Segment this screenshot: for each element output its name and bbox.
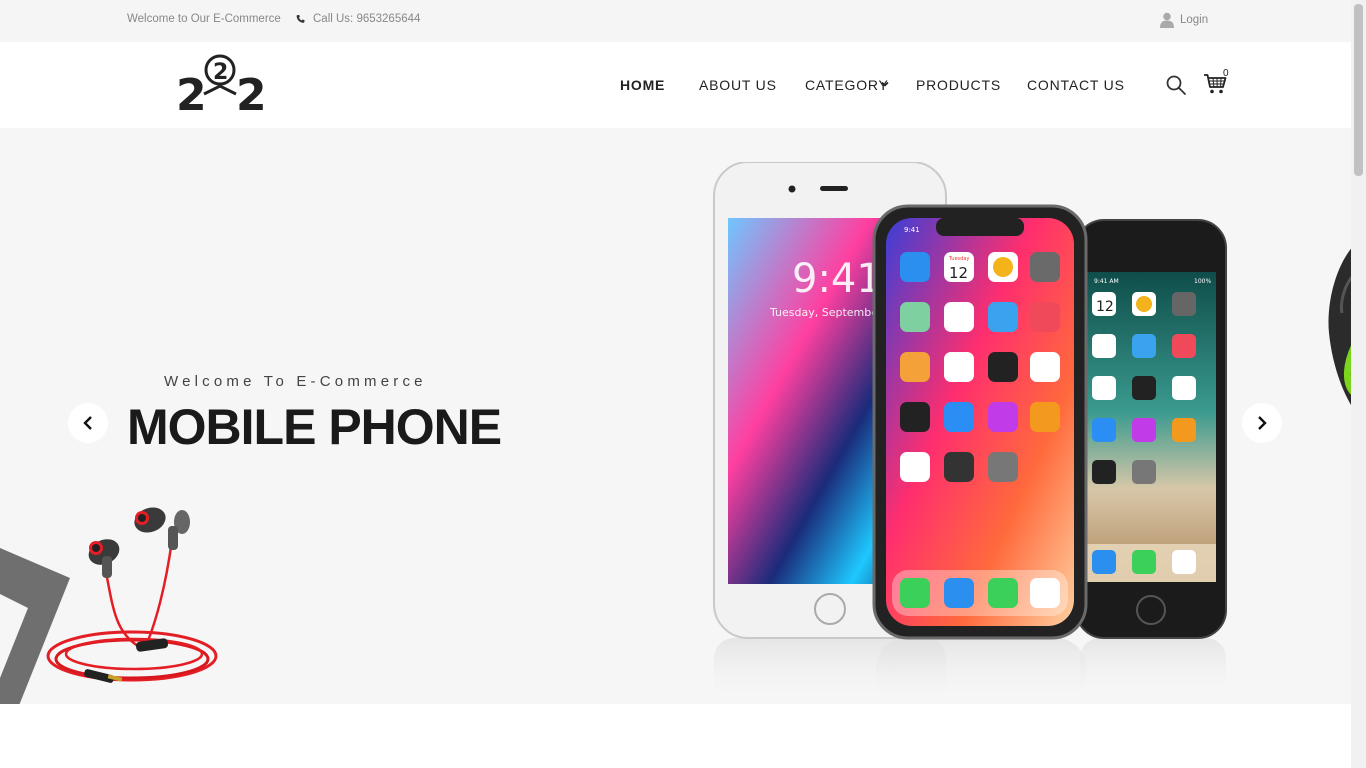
login-link[interactable]: Login bbox=[1160, 12, 1208, 28]
nav-category[interactable]: CATEGORY bbox=[805, 77, 889, 93]
scrollbar-thumb[interactable] bbox=[1354, 4, 1363, 176]
search-icon[interactable] bbox=[1165, 74, 1187, 96]
nav-about-us[interactable]: ABOUT US bbox=[699, 77, 777, 93]
phone-b-calendar-day: Tuesday bbox=[948, 256, 969, 262]
phone-b-calendar-date: 12 bbox=[949, 264, 968, 282]
login-label[interactable]: Login bbox=[1180, 14, 1208, 26]
phone-a-time: 9:41 bbox=[792, 256, 882, 302]
earphones-image bbox=[46, 507, 218, 683]
call-text: Call Us: 9653265644 bbox=[313, 13, 421, 25]
logo-digit-right: 2 bbox=[236, 70, 266, 114]
page: Welcome to Our E-Commerce Call Us: 96532… bbox=[0, 0, 1366, 768]
welcome-text: Welcome to Our E-Commerce bbox=[127, 13, 281, 25]
cart-count-badge: 0 bbox=[1223, 68, 1229, 79]
phones-image: 9:41 AM 100% 12 9:41 Tuesday, Septembe 9… bbox=[713, 162, 1227, 704]
phone-b-status-time: 9:41 bbox=[904, 226, 920, 234]
slider-prev-button[interactable] bbox=[68, 403, 108, 443]
call-info: Call Us: 9653265644 bbox=[296, 13, 420, 25]
site-header: 2 2 2 HOME ABOUT US CATEGORY PRODUCTS CO… bbox=[0, 42, 1351, 128]
phone-c-battery: 100% bbox=[1194, 278, 1211, 285]
nav-contact-us[interactable]: CONTACT US bbox=[1027, 77, 1125, 93]
page-scrollbar[interactable] bbox=[1351, 0, 1366, 768]
slider-next-button[interactable] bbox=[1242, 403, 1282, 443]
phone-icon bbox=[296, 14, 305, 23]
top-bar: Welcome to Our E-Commerce Call Us: 96532… bbox=[0, 0, 1351, 42]
user-icon bbox=[1160, 12, 1174, 28]
nav-home[interactable]: HOME bbox=[620, 77, 665, 93]
chevron-left-icon bbox=[83, 416, 92, 430]
site-logo[interactable]: 2 2 2 bbox=[174, 52, 266, 114]
phone-c-status-time: 9:41 AM bbox=[1094, 278, 1119, 285]
phone-a-date: Tuesday, Septembe bbox=[769, 306, 878, 319]
partial-product-image bbox=[1328, 248, 1351, 406]
hero-subtitle: Welcome To E-Commerce bbox=[164, 373, 427, 390]
hero-title: MOBILE PHONE bbox=[127, 399, 502, 455]
logo-digit-left: 2 bbox=[176, 70, 207, 114]
chevron-right-icon bbox=[1258, 416, 1267, 430]
logo-digit-middle: 2 bbox=[213, 60, 228, 85]
nav-products[interactable]: PRODUCTS bbox=[916, 77, 1001, 93]
phone-c-calendar-date: 12 bbox=[1096, 299, 1114, 315]
chevron-down-icon[interactable] bbox=[881, 80, 889, 88]
hero-slider: Welcome To E-Commerce MOBILE PHONE 9:41 … bbox=[0, 128, 1351, 704]
